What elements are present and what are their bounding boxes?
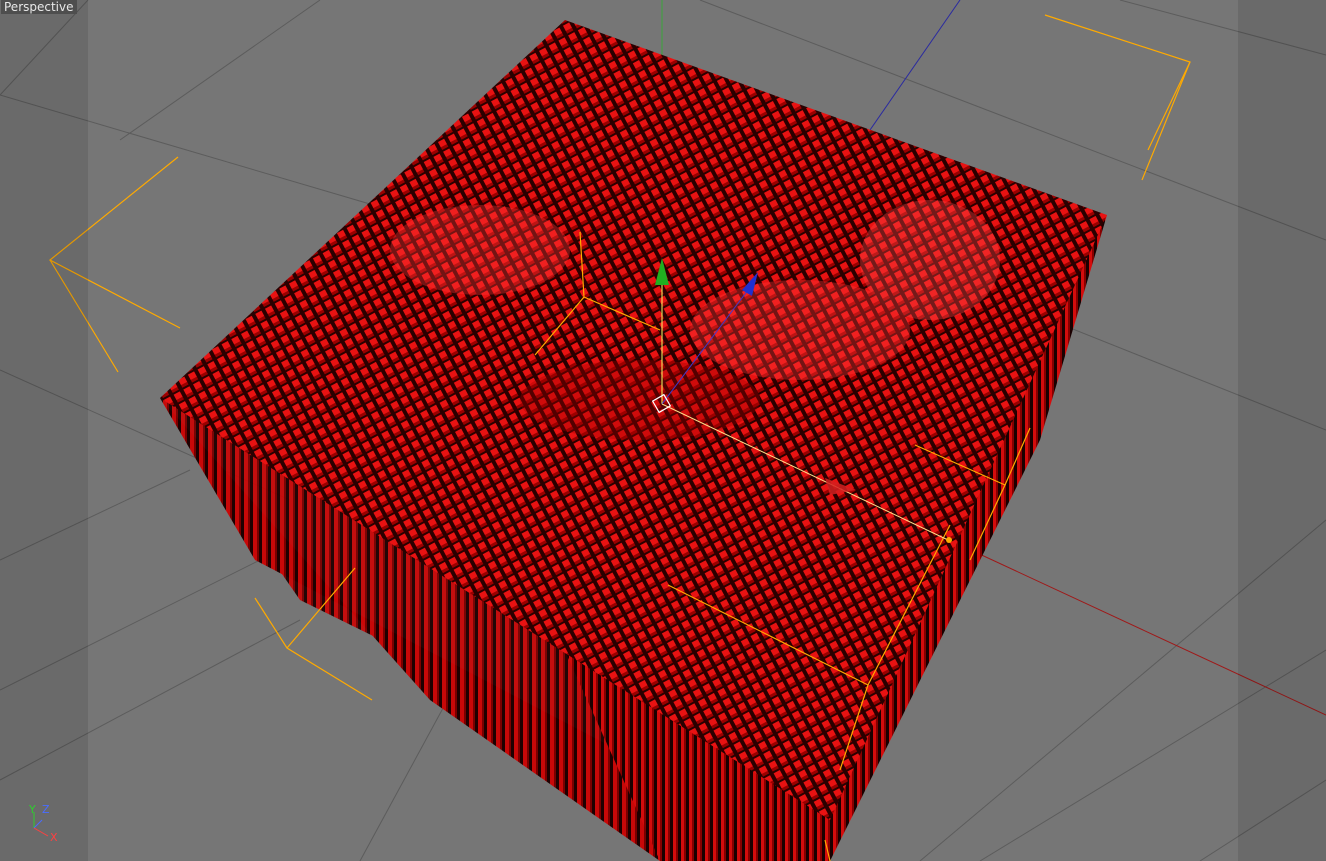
axis-y-letter: Y [29,803,36,816]
world-z-axis-line [869,0,961,131]
viewport-camera-label[interactable]: Perspective [1,0,77,14]
scene-canvas[interactable] [0,0,1326,861]
viewport-safe-frame-left [0,0,88,861]
viewport-safe-frame-right [1238,0,1326,861]
axis-x-letter: X [50,831,58,844]
perspective-viewport[interactable]: Perspective Y Z X [0,0,1326,861]
axis-orientation-indicator: Y Z X [26,800,66,850]
axis-z-letter: Z [42,803,50,816]
x-axis-endpoint[interactable] [946,537,952,543]
